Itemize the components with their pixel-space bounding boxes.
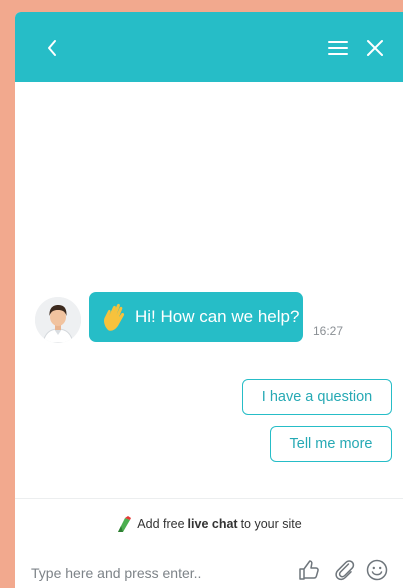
quick-reply-i-have-a-question[interactable]: I have a question — [242, 379, 392, 415]
promo-suffix: to your site — [240, 517, 302, 531]
message-timestamp: 16:27 — [313, 324, 344, 338]
close-icon — [367, 40, 383, 56]
promo-bold: live chat — [187, 517, 238, 531]
emoji-icon — [366, 559, 388, 581]
chat-header — [15, 12, 403, 82]
paperclip-icon — [335, 560, 355, 581]
waving-hand-icon — [104, 303, 125, 331]
agent-message-text: Hi! How can we help? — [135, 307, 300, 326]
agent-message-bubble: Hi! How can we help? — [89, 292, 303, 342]
thumbs-up-button[interactable] — [297, 558, 321, 582]
back-button[interactable] — [41, 34, 69, 62]
message-input[interactable] — [29, 560, 273, 586]
close-button[interactable] — [361, 34, 389, 62]
chat-widget: Hi! How can we help? 16:27 I have a ques… — [15, 12, 403, 588]
hamburger-menu-icon — [328, 41, 348, 55]
emoji-picker-button[interactable] — [365, 558, 389, 582]
agent-avatar-icon — [35, 297, 81, 343]
chevron-left-icon — [48, 40, 56, 56]
message-composer — [15, 552, 403, 588]
promo-prefix: Add free — [137, 517, 185, 531]
footer-divider — [15, 498, 403, 499]
agent-avatar — [35, 297, 81, 343]
tidio-brand-icon — [118, 516, 132, 532]
menu-button[interactable] — [325, 34, 353, 62]
promo-link[interactable]: Add free live chat to your site — [15, 512, 403, 536]
quick-reply-tell-me-more[interactable]: Tell me more — [270, 426, 392, 462]
attach-file-button[interactable] — [333, 558, 357, 582]
thumbs-up-icon — [299, 560, 319, 580]
